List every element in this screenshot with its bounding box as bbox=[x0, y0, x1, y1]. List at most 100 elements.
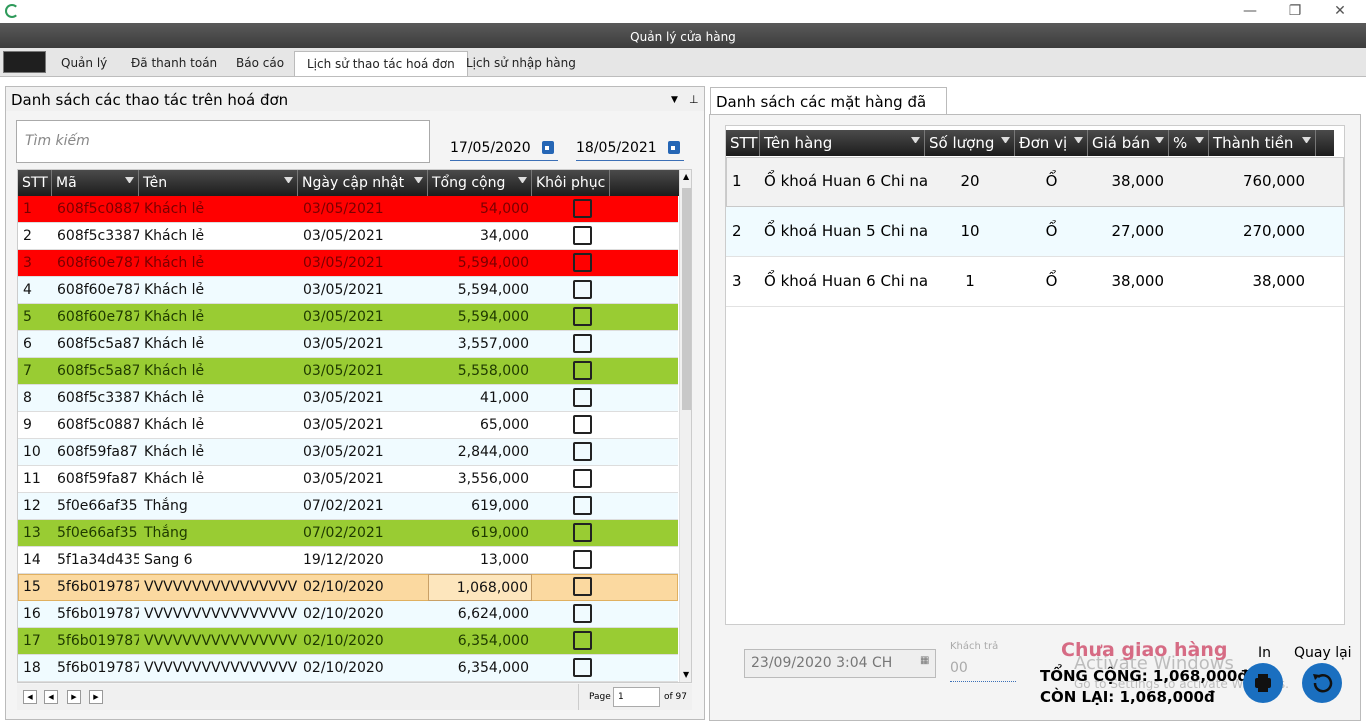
filter-icon[interactable] bbox=[284, 177, 293, 186]
date-time-field[interactable]: 23/09/2020 3:04 CH bbox=[744, 649, 936, 678]
table-row[interactable]: 18 5f6b019787 VVVVVVVVVVVVVVVV 02/10/2020 6,… bbox=[18, 655, 678, 682]
column-header-stt[interactable]: STT bbox=[726, 130, 760, 156]
undo-icon bbox=[1313, 674, 1333, 693]
table-row[interactable]: 10 608f59fa87 Khách lẻ 03/05/2021 2,844,000 bbox=[18, 439, 678, 466]
pin-icon[interactable]: ⊥ bbox=[689, 87, 699, 113]
cell-tong: 619,000 bbox=[471, 498, 529, 514]
filter-icon[interactable] bbox=[1195, 137, 1204, 146]
prev-page-icon[interactable]: ◀ bbox=[44, 690, 58, 704]
dropdown-icon[interactable]: ▼ bbox=[671, 87, 678, 113]
table-row[interactable]: 11 608f59fa87 Khách lẻ 03/05/2021 3,556,000 bbox=[18, 466, 678, 493]
table-row[interactable]: 2 Ổ khoá Huan 5 Chi na 10 Ổ 27,000 270,000 bbox=[726, 207, 1344, 257]
restore-checkbox[interactable] bbox=[573, 469, 592, 488]
khach-tra-input[interactable]: 00 bbox=[950, 655, 1016, 682]
cell-ma: 5f0e66af35 bbox=[57, 498, 138, 514]
table-row[interactable]: 1 Ổ khoá Huan 6 Chi na 20 Ổ 38,000 760,000 bbox=[726, 157, 1344, 207]
restore-icon[interactable]: ❐ bbox=[1285, 2, 1305, 20]
table-row[interactable]: 16 5f6b019787 VVVVVVVVVVVVVVVV 02/10/2020 6,… bbox=[18, 601, 678, 628]
restore-checkbox[interactable] bbox=[573, 226, 592, 245]
tab-purchased-items[interactable]: Danh sách các mặt hàng đã mua bbox=[710, 87, 947, 139]
filter-icon[interactable] bbox=[518, 177, 527, 186]
restore-checkbox[interactable] bbox=[573, 280, 592, 299]
table-row[interactable]: 17 5f6b019787 VVVVVVVVVVVVVVVV 02/10/2020 6,… bbox=[18, 628, 678, 655]
table-row[interactable]: 1 608f5c0887 Khách lẻ 03/05/2021 54,000 bbox=[18, 196, 678, 223]
tab-bao-cao[interactable]: Báo cáo bbox=[224, 51, 296, 76]
calendar-icon[interactable] bbox=[542, 141, 554, 154]
restore-checkbox[interactable] bbox=[573, 199, 592, 218]
restore-checkbox[interactable] bbox=[573, 604, 592, 623]
column-header-stt[interactable]: STT bbox=[18, 170, 52, 196]
print-label: In bbox=[1258, 645, 1272, 661]
restore-checkbox[interactable] bbox=[573, 253, 592, 272]
table-row[interactable]: 7 608f5c5a87 Khách lẻ 03/05/2021 5,558,000 bbox=[18, 358, 678, 385]
table-row[interactable]: 3 Ổ khoá Huan 6 Chi na 1 Ổ 38,000 38,000 bbox=[726, 257, 1344, 307]
table-row[interactable]: 4 608f60e787 Khách lẻ 03/05/2021 5,594,000 bbox=[18, 277, 678, 304]
scrollbar-thumb[interactable] bbox=[682, 188, 691, 410]
restore-checkbox[interactable] bbox=[573, 334, 592, 353]
filter-icon[interactable] bbox=[414, 177, 423, 186]
column-header-tong[interactable]: Tổng cộng bbox=[428, 170, 532, 196]
filter-icon[interactable] bbox=[1302, 137, 1311, 146]
first-page-icon[interactable]: ◀ bbox=[23, 690, 37, 704]
search-input[interactable]: Tìm kiếm bbox=[16, 120, 430, 163]
page-input[interactable]: 1 bbox=[613, 687, 660, 707]
restore-checkbox[interactable] bbox=[573, 388, 592, 407]
tab-lich-su-nhap-hang[interactable]: Lịch sử nhập hàng bbox=[454, 51, 588, 76]
calendar-icon[interactable]: ▦ bbox=[920, 655, 929, 666]
cell-stt: 7 bbox=[23, 363, 32, 379]
cell-tong: 5,594,000 bbox=[457, 309, 529, 325]
table-row[interactable]: 13 5f0e66af35 Thắng 07/02/2021 619,000 bbox=[18, 520, 678, 547]
restore-checkbox[interactable] bbox=[573, 415, 592, 434]
next-page-icon[interactable]: ▶ bbox=[67, 690, 81, 704]
print-button[interactable] bbox=[1243, 663, 1283, 703]
tab-quan-ly[interactable]: Quản lý bbox=[49, 51, 119, 76]
column-header-ten-hang[interactable]: Tên hàng bbox=[760, 130, 925, 156]
column-header-thanh-tien[interactable]: Thành tiền bbox=[1209, 130, 1316, 156]
table-row[interactable]: 3 608f60e787 Khách lẻ 03/05/2021 5,594,000 bbox=[18, 250, 678, 277]
restore-checkbox[interactable] bbox=[573, 442, 592, 461]
tab-da-thanh-toan[interactable]: Đã thanh toán bbox=[119, 51, 229, 76]
restore-checkbox[interactable] bbox=[573, 658, 592, 677]
filter-icon[interactable] bbox=[1155, 137, 1164, 146]
restore-checkbox[interactable] bbox=[573, 307, 592, 326]
restore-checkbox[interactable] bbox=[573, 523, 592, 542]
table-row[interactable]: 15 5f6b019787 VVVVVVVVVVVVVVVV 02/10/2020 1,… bbox=[18, 574, 678, 601]
restore-checkbox[interactable] bbox=[573, 631, 592, 650]
scroll-down-icon[interactable]: ▼ bbox=[683, 670, 689, 679]
tab-blank[interactable] bbox=[3, 51, 46, 73]
cell-stt: 2 bbox=[23, 228, 32, 244]
column-header-ten[interactable]: Tên bbox=[139, 170, 298, 196]
table-row[interactable]: 6 608f5c5a87 Khách lẻ 03/05/2021 3,557,000 bbox=[18, 331, 678, 358]
vertical-scrollbar[interactable]: ▲ ▼ bbox=[679, 170, 691, 682]
table-row[interactable]: 5 608f60e787 Khách lẻ 03/05/2021 5,594,000 bbox=[18, 304, 678, 331]
table-row[interactable]: 12 5f0e66af35 Thắng 07/02/2021 619,000 bbox=[18, 493, 678, 520]
tab-lich-su-thao-tac-hoa-don[interactable]: Lịch sử thao tác hoá đơn bbox=[294, 51, 468, 76]
restore-checkbox[interactable] bbox=[573, 550, 592, 569]
column-header-so-luong[interactable]: Số lượng bbox=[925, 130, 1015, 156]
table-row[interactable]: 9 608f5c0887 Khách lẻ 03/05/2021 65,000 bbox=[18, 412, 678, 439]
scroll-up-icon[interactable]: ▲ bbox=[683, 172, 689, 181]
filter-icon[interactable] bbox=[911, 137, 920, 146]
restore-checkbox[interactable] bbox=[573, 361, 592, 380]
filter-icon[interactable] bbox=[1074, 137, 1083, 146]
close-icon[interactable]: ✕ bbox=[1330, 2, 1350, 20]
column-header-don-vi[interactable]: Đơn vị bbox=[1015, 130, 1088, 156]
table-row[interactable]: 2 608f5c3387 Khách lẻ 03/05/2021 34,000 bbox=[18, 223, 678, 250]
column-header-gia-ban[interactable]: Giá bán bbox=[1088, 130, 1169, 156]
table-row[interactable]: 14 5f1a34d435 Sang 6 19/12/2020 13,000 bbox=[18, 547, 678, 574]
filter-icon[interactable] bbox=[125, 177, 134, 186]
column-header-ma[interactable]: Mã bbox=[52, 170, 139, 196]
restore-checkbox[interactable] bbox=[573, 577, 592, 596]
cell-ngay: 02/10/2020 bbox=[303, 660, 384, 676]
table-row[interactable]: 8 608f5c3387 Khách lẻ 03/05/2021 41,000 bbox=[18, 385, 678, 412]
minimize-icon[interactable]: — bbox=[1240, 2, 1260, 20]
back-button[interactable] bbox=[1302, 663, 1342, 703]
calendar-icon[interactable] bbox=[668, 141, 680, 154]
filter-icon[interactable] bbox=[1001, 137, 1010, 146]
column-header-khoi-phuc[interactable]: Khôi phục bbox=[532, 170, 610, 196]
last-page-icon[interactable]: ▶ bbox=[89, 690, 103, 704]
cell-ma: 608f5c3387 bbox=[57, 390, 139, 406]
restore-checkbox[interactable] bbox=[573, 496, 592, 515]
column-header-percent[interactable]: % bbox=[1169, 130, 1209, 156]
column-header-ngay[interactable]: Ngày cập nhật bbox=[298, 170, 428, 196]
